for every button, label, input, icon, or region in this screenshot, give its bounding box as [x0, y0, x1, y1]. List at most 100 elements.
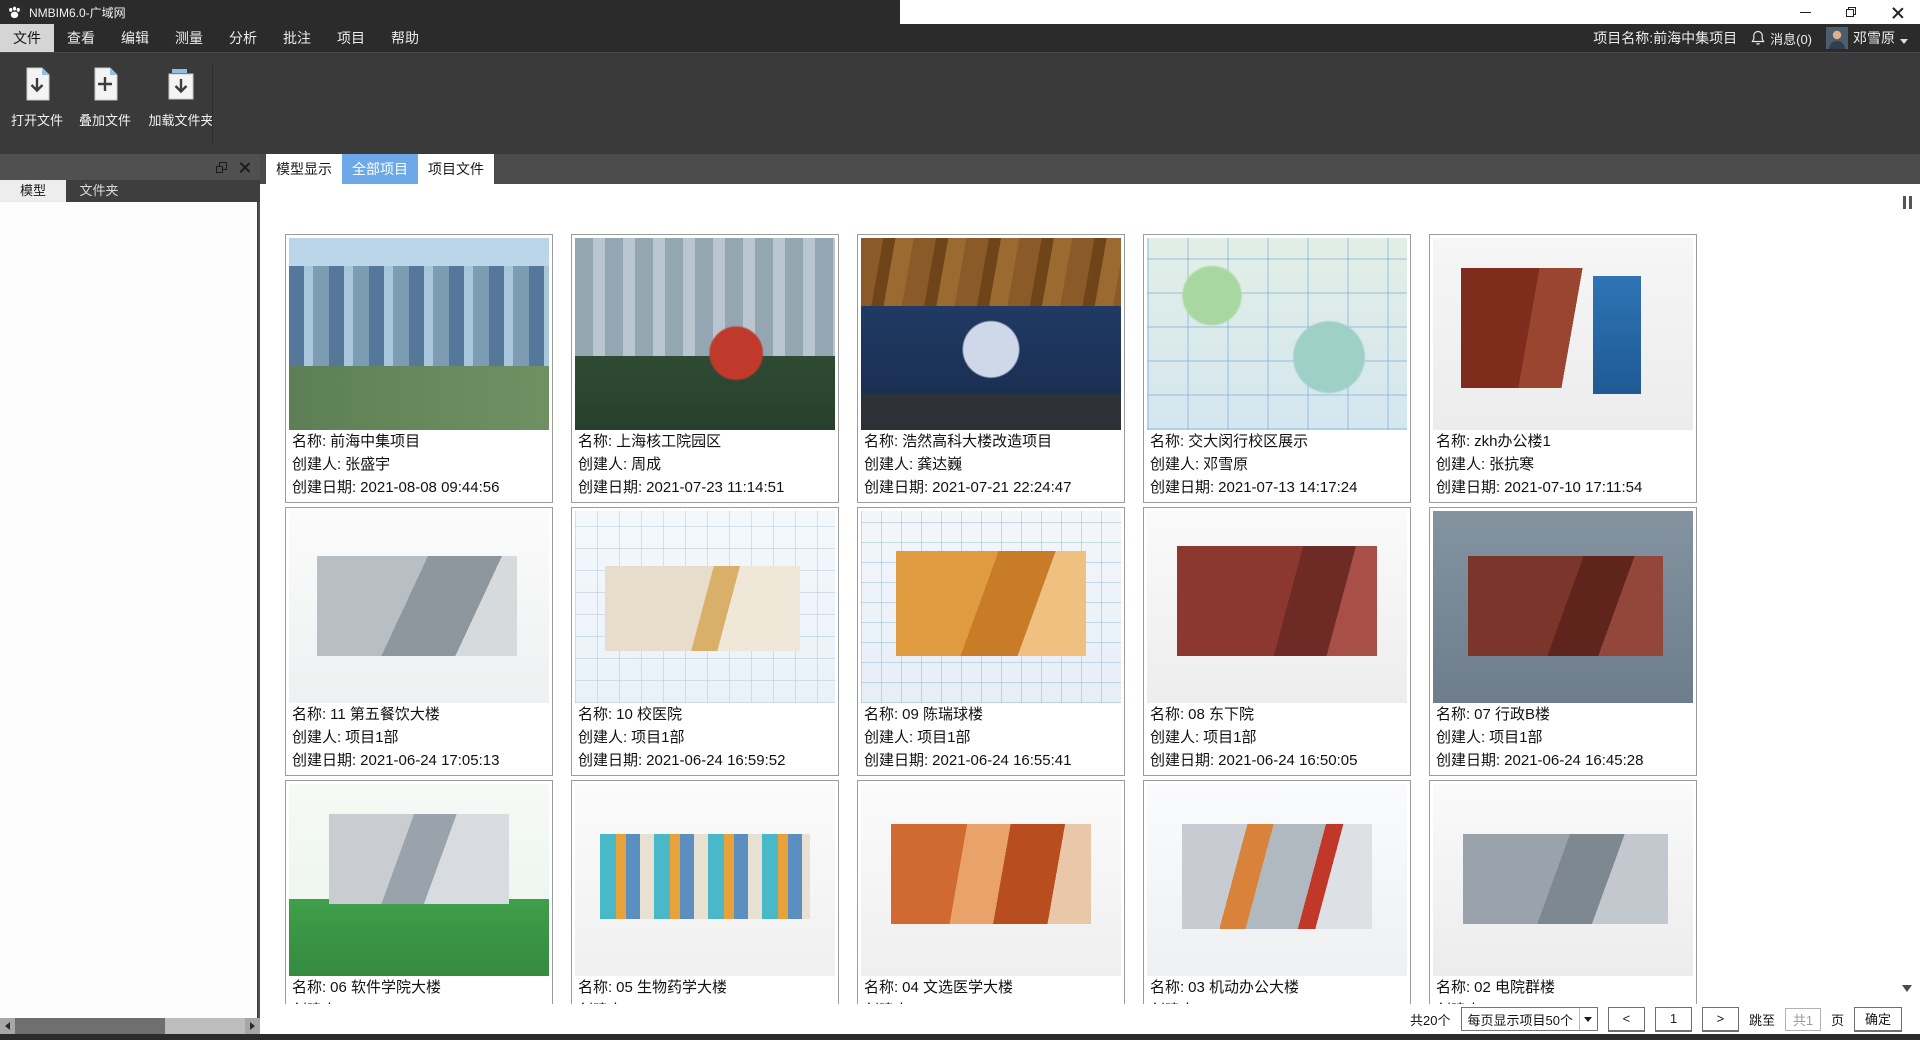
open-file-button[interactable]: 打开文件 — [3, 61, 71, 129]
scrollbar-thumb[interactable] — [15, 1018, 165, 1034]
project-card[interactable]: 名称:上海核工院园区 创建人:周成 创建日期:2021-07-23 11:14:… — [571, 234, 839, 503]
tab-project-files[interactable]: 项目文件 — [418, 154, 494, 184]
project-name-line: 名称:02 电院群楼 — [1433, 976, 1693, 999]
menu-bar: 文件 查看 编辑 测量 分析 批注 项目 帮助 项目名称:前海中集项目 消息(0… — [0, 24, 1920, 52]
project-card[interactable]: 名称:09 陈瑞球楼 创建人:项目1部 创建日期:2021-06-24 16:5… — [857, 507, 1125, 776]
confirm-button[interactable]: 确定 — [1854, 1007, 1902, 1032]
overlay-file-button[interactable]: 叠加文件 — [71, 61, 139, 129]
projects-content: 名称:前海中集项目 创建人:张盛宇 创建日期:2021-08-08 09:44:… — [260, 184, 1920, 1004]
project-date-line: 创建日期:2021-06-24 16:59:52 — [575, 749, 835, 772]
menu-item[interactable]: 编辑 — [108, 24, 162, 52]
project-creator-line: 创建人:项目1部 — [1433, 726, 1693, 749]
project-creator-line: 创建人:张盛宇 — [289, 453, 549, 476]
project-card[interactable]: 名称:03 机动办公大楼 创建人: 创建日期: — [1143, 780, 1411, 1004]
menu-item[interactable]: 文件 — [0, 24, 54, 52]
menu-item[interactable]: 查看 — [54, 24, 108, 52]
vertical-scrollbar-grip[interactable] — [1903, 196, 1912, 209]
menu-item[interactable]: 帮助 — [378, 24, 432, 52]
messages-button[interactable]: 消息(0) — [1751, 29, 1812, 48]
project-thumbnail — [1147, 511, 1407, 703]
load-folder-icon — [162, 65, 200, 103]
project-card[interactable]: 名称:04 文选医学大楼 创建人: 创建日期: — [857, 780, 1125, 1004]
project-card[interactable]: 名称:07 行政B楼 创建人:项目1部 创建日期:2021-06-24 16:4… — [1429, 507, 1697, 776]
project-thumbnail — [1433, 238, 1693, 430]
project-thumbnail — [861, 238, 1121, 430]
next-page-button[interactable]: > — [1702, 1007, 1739, 1032]
project-card[interactable]: 名称:zkh办公楼1 创建人:张抗寒 创建日期:2021-07-10 17:11… — [1429, 234, 1697, 503]
panel-header — [0, 154, 260, 180]
load-folder-button[interactable]: 加载文件夹 — [139, 61, 223, 129]
project-creator-line: 创建人:张抗寒 — [1433, 453, 1693, 476]
tab-all-projects[interactable]: 全部项目 — [342, 154, 418, 184]
project-name-line: 名称:09 陈瑞球楼 — [861, 703, 1121, 726]
close-button[interactable] — [1874, 0, 1920, 24]
maximize-button[interactable] — [1828, 0, 1874, 24]
project-card[interactable]: 名称:前海中集项目 创建人:张盛宇 创建日期:2021-08-08 09:44:… — [285, 234, 553, 503]
project-name-line: 名称:浩然高科大楼改造项目 — [861, 430, 1121, 453]
menu-item[interactable]: 分析 — [216, 24, 270, 52]
restore-icon — [1846, 7, 1856, 17]
page-unit-label: 页 — [1831, 1010, 1844, 1029]
pagination-bar: 共20个 每页显示项目50个 < 1 > 跳至 共1 页 确定 — [260, 1004, 1920, 1034]
toolbar-divider — [212, 63, 213, 145]
menu-item[interactable]: 项目 — [324, 24, 378, 52]
app-icon — [7, 5, 22, 20]
project-name-line: 名称:05 生物药学大楼 — [575, 976, 835, 999]
panel-float-button[interactable] — [216, 162, 227, 173]
project-thumbnail — [575, 511, 835, 703]
prev-page-button[interactable]: < — [1608, 1007, 1645, 1032]
project-date-line: 创建日期:2021-06-24 16:55:41 — [861, 749, 1121, 772]
project-creator-line: 创建人:周成 — [575, 453, 835, 476]
project-card[interactable]: 名称:02 电院群楼 创建人: 创建日期: — [1429, 780, 1697, 1004]
add-file-icon — [87, 65, 123, 103]
projects-grid: 名称:前海中集项目 创建人:张盛宇 创建日期:2021-08-08 09:44:… — [260, 184, 1920, 1004]
project-creator-line: 创建人:项目1部 — [575, 726, 835, 749]
project-thumbnail — [575, 238, 835, 430]
project-card[interactable]: 名称:06 软件学院大楼 创建人: 创建日期: — [285, 780, 553, 1004]
project-card[interactable]: 名称:11 第五餐饮大楼 创建人:项目1部 创建日期:2021-06-24 17… — [285, 507, 553, 776]
tab-folder[interactable]: 文件夹 — [66, 180, 132, 202]
project-thumbnail — [289, 238, 549, 430]
project-card[interactable]: 名称:浩然高科大楼改造项目 创建人:龚达巍 创建日期:2021-07-21 22… — [857, 234, 1125, 503]
current-page-button[interactable]: 1 — [1655, 1007, 1692, 1032]
minimize-button[interactable] — [1782, 0, 1828, 24]
project-card[interactable]: 名称:08 东下院 创建人:项目1部 创建日期:2021-06-24 16:50… — [1143, 507, 1411, 776]
project-thumbnail — [575, 784, 835, 976]
project-thumbnail — [289, 784, 549, 976]
scrollbar-track[interactable] — [165, 1018, 245, 1034]
project-thumbnail — [1433, 511, 1693, 703]
scroll-left-icon — [5, 1022, 10, 1030]
menu-item[interactable]: 批注 — [270, 24, 324, 52]
project-name-line: 名称:03 机动办公大楼 — [1147, 976, 1407, 999]
menu-item[interactable]: 测量 — [162, 24, 216, 52]
scroll-right-button[interactable] — [245, 1018, 260, 1034]
user-avatar — [1826, 27, 1848, 49]
scroll-right-icon — [250, 1022, 255, 1030]
app-title: NMBIM6.0-广域网 — [29, 4, 126, 21]
load-folder-label: 加载文件夹 — [148, 110, 213, 129]
project-name-line: 名称:zkh办公楼1 — [1433, 430, 1693, 453]
scroll-left-button[interactable] — [0, 1018, 15, 1034]
project-thumbnail — [1147, 784, 1407, 976]
project-name-line: 名称:08 东下院 — [1147, 703, 1407, 726]
project-card[interactable]: 名称:交大闵行校区展示 创建人:邓雪原 创建日期:2021-07-13 14:1… — [1143, 234, 1411, 503]
panel-close-button[interactable] — [239, 162, 250, 173]
project-card[interactable]: 名称:05 生物药学大楼 创建人: 创建日期: — [571, 780, 839, 1004]
project-thumbnail — [861, 784, 1121, 976]
project-creator-line: 创建人:龚达巍 — [861, 453, 1121, 476]
tab-model[interactable]: 模型 — [0, 180, 66, 202]
project-date-line: 创建日期:2021-06-24 17:05:13 — [289, 749, 549, 772]
tab-model-display[interactable]: 模型显示 — [266, 154, 342, 184]
close-icon — [1892, 7, 1903, 18]
project-name-line: 名称:交大闵行校区展示 — [1147, 430, 1407, 453]
project-creator-line: 创建人:项目1部 — [861, 726, 1121, 749]
project-creator-line: 创建人:邓雪原 — [1147, 453, 1407, 476]
jump-page-input[interactable]: 共1 — [1785, 1008, 1821, 1031]
open-file-icon — [19, 65, 55, 103]
model-tree-area[interactable] — [0, 202, 258, 1018]
project-card[interactable]: 名称:10 校医院 创建人:项目1部 创建日期:2021-06-24 16:59… — [571, 507, 839, 776]
scroll-down-icon[interactable] — [1902, 985, 1912, 992]
user-menu[interactable]: 邓雪原 — [1826, 27, 1908, 49]
page-size-select[interactable]: 每页显示项目50个 — [1461, 1007, 1598, 1031]
project-thumbnail — [861, 511, 1121, 703]
